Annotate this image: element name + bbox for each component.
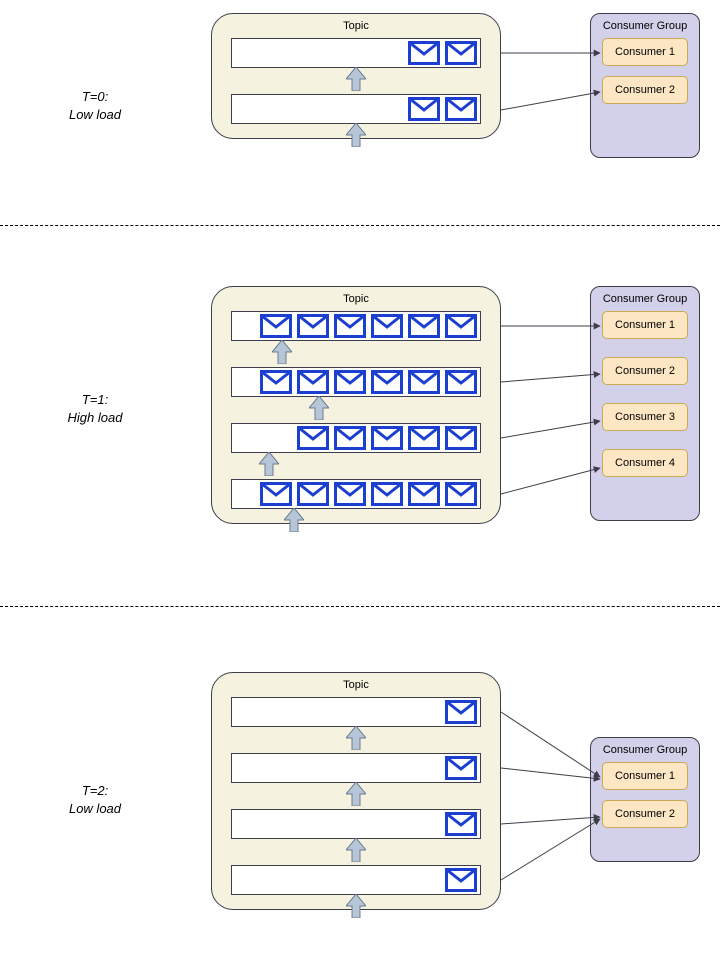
topic-box-t0: Topic xyxy=(211,13,501,139)
topic-title: Topic xyxy=(212,293,500,305)
caption-t0: T=0:Low load xyxy=(40,88,150,123)
consumer: Consumer 2 xyxy=(602,800,688,828)
envelope-icon xyxy=(445,812,477,836)
partition xyxy=(231,809,481,839)
topic-box-t1: Topic xyxy=(211,286,501,524)
envelope-icon xyxy=(297,426,329,450)
caption-t1: T=1:High load xyxy=(40,391,150,426)
envelope-icon xyxy=(445,314,477,338)
arrow-right-icon xyxy=(501,819,600,880)
envelope-icon xyxy=(334,426,366,450)
envelope-icon xyxy=(334,370,366,394)
partition xyxy=(231,865,481,895)
partition xyxy=(231,753,481,783)
envelope-icon xyxy=(445,756,477,780)
envelope-icon xyxy=(408,482,440,506)
consumer: Consumer 2 xyxy=(602,76,688,104)
caption-t2: T=2:Low load xyxy=(40,782,150,817)
envelope-icon xyxy=(445,482,477,506)
envelope-icon xyxy=(445,370,477,394)
arrow-right-icon xyxy=(501,817,600,824)
arrow-right-icon xyxy=(501,712,600,777)
topic-title: Topic xyxy=(212,679,500,691)
envelope-icon xyxy=(445,97,477,121)
envelope-icon xyxy=(445,868,477,892)
partition xyxy=(231,479,481,509)
envelope-icon xyxy=(445,700,477,724)
arrow-right-icon xyxy=(501,421,600,438)
topic-title: Topic xyxy=(212,20,500,32)
partition xyxy=(231,311,481,341)
partition xyxy=(231,94,481,124)
envelope-icon xyxy=(260,314,292,338)
up-arrow-icon xyxy=(346,894,366,918)
group-box-t1: Consumer Group Consumer 1 Consumer 2 Con… xyxy=(590,286,700,521)
partition xyxy=(231,697,481,727)
envelope-icon xyxy=(260,370,292,394)
envelope-icon xyxy=(408,314,440,338)
envelope-icon xyxy=(334,482,366,506)
group-box-t2: Consumer Group Consumer 1 Consumer 2 xyxy=(590,737,700,862)
up-arrow-icon xyxy=(259,452,279,476)
consumer: Consumer 1 xyxy=(602,311,688,339)
envelope-icon xyxy=(371,482,403,506)
topic-box-t2: Topic xyxy=(211,672,501,910)
consumer: Consumer 1 xyxy=(602,38,688,66)
partition xyxy=(231,367,481,397)
envelope-icon xyxy=(371,426,403,450)
up-arrow-icon xyxy=(346,123,366,147)
consumer: Consumer 4 xyxy=(602,449,688,477)
envelope-icon xyxy=(371,370,403,394)
group-title: Consumer Group xyxy=(591,20,699,32)
envelope-icon xyxy=(297,482,329,506)
up-arrow-icon xyxy=(284,508,304,532)
envelope-icon xyxy=(408,41,440,65)
envelope-icon xyxy=(334,314,366,338)
consumer: Consumer 2 xyxy=(602,357,688,385)
envelope-icon xyxy=(297,370,329,394)
up-arrow-icon xyxy=(309,396,329,420)
envelope-icon xyxy=(371,314,403,338)
scene-t1: T=1:High load Topic xyxy=(0,226,720,606)
group-box-t0: Consumer Group Consumer 1 Consumer 2 xyxy=(590,13,700,158)
envelope-icon xyxy=(408,370,440,394)
envelope-icon xyxy=(260,482,292,506)
envelope-icon xyxy=(408,426,440,450)
up-arrow-icon xyxy=(272,340,292,364)
scene-t0: T=0:Low load Topic Consumer Group Consum… xyxy=(0,0,720,225)
arrow-right-icon xyxy=(501,468,600,494)
scene-t2: T=2:Low load Topic Consumer Group Consum… xyxy=(0,607,720,967)
consumer: Consumer 1 xyxy=(602,762,688,790)
group-title: Consumer Group xyxy=(591,744,699,756)
partition xyxy=(231,423,481,453)
arrow-right-icon xyxy=(501,374,600,382)
envelope-icon xyxy=(445,426,477,450)
envelope-icon xyxy=(408,97,440,121)
arrow-right-icon xyxy=(501,768,600,779)
up-arrow-icon xyxy=(346,67,366,91)
group-title: Consumer Group xyxy=(591,293,699,305)
arrow-right-icon xyxy=(501,92,600,110)
up-arrow-icon xyxy=(346,838,366,862)
up-arrow-icon xyxy=(346,726,366,750)
envelope-icon xyxy=(445,41,477,65)
partition xyxy=(231,38,481,68)
consumer: Consumer 3 xyxy=(602,403,688,431)
envelope-icon xyxy=(297,314,329,338)
up-arrow-icon xyxy=(346,782,366,806)
